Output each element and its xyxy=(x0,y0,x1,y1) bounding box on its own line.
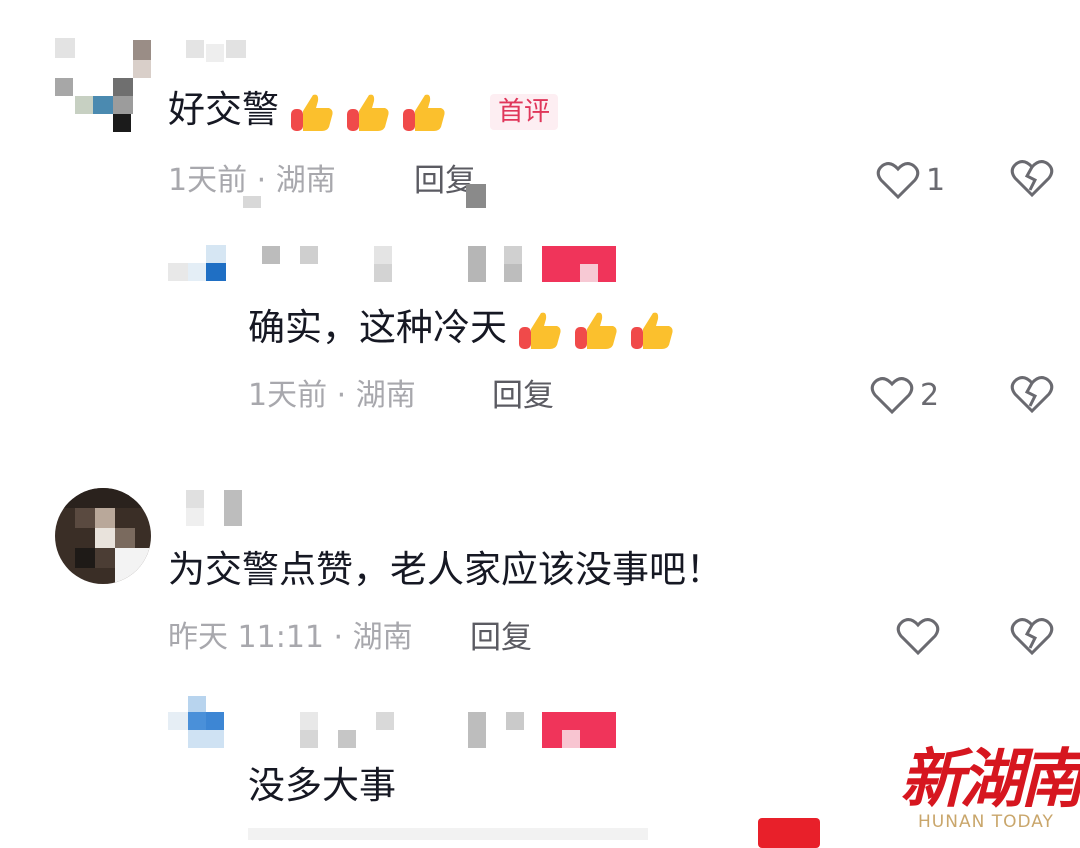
reply-avatar[interactable] xyxy=(168,245,228,285)
avatar[interactable] xyxy=(55,38,151,133)
reply-username[interactable] xyxy=(262,244,622,284)
broken-heart-icon xyxy=(1010,376,1054,414)
broken-heart-icon xyxy=(1010,160,1054,198)
like-button[interactable] xyxy=(896,616,946,656)
watermark-subtitle: HUNAN TODAY xyxy=(918,812,1054,832)
username[interactable] xyxy=(186,490,256,526)
dislike-button[interactable] xyxy=(1010,616,1054,660)
heart-outline-icon xyxy=(876,162,920,200)
thumbs-up-emoji xyxy=(279,88,447,131)
avatar[interactable] xyxy=(55,488,151,584)
heart-outline-icon xyxy=(896,618,940,656)
comment-meta: 1天前 · 湖南 xyxy=(168,163,336,198)
reply-button[interactable]: 回复 xyxy=(470,620,532,656)
dislike-button[interactable] xyxy=(1010,374,1054,418)
reply-text: 没多大事 xyxy=(248,764,396,807)
reply-meta: 1天前 · 湖南 xyxy=(248,378,416,413)
reply-text: 确实，这种冷天 xyxy=(248,306,675,353)
first-comment-badge: 首评 xyxy=(490,94,559,130)
reply-button[interactable]: 回复 xyxy=(492,378,554,414)
broken-heart-icon xyxy=(1010,618,1054,656)
username[interactable] xyxy=(186,40,256,62)
comment-meta: 昨天 11:11 · 湖南 xyxy=(168,620,413,655)
comment-text: 好交警 xyxy=(168,88,447,135)
reply-avatar[interactable] xyxy=(168,696,228,752)
reply-username[interactable] xyxy=(300,712,620,752)
reply-text-content: 确实，这种冷天 xyxy=(248,306,507,349)
watermark-title: 新湖南 xyxy=(900,742,1080,817)
watermark-logo-box xyxy=(758,818,820,848)
like-count: 1 xyxy=(926,162,946,198)
like-count: 2 xyxy=(920,377,940,413)
like-button[interactable]: 2 xyxy=(870,375,939,415)
like-button[interactable]: 1 xyxy=(876,160,945,200)
comment-text-content: 好交警 xyxy=(168,88,279,131)
heart-outline-icon xyxy=(870,377,914,415)
comment-text: 为交警点赞，老人家应该没事吧！ xyxy=(168,548,723,591)
dislike-button[interactable] xyxy=(1010,158,1054,202)
thumbs-up-emoji xyxy=(507,306,675,349)
